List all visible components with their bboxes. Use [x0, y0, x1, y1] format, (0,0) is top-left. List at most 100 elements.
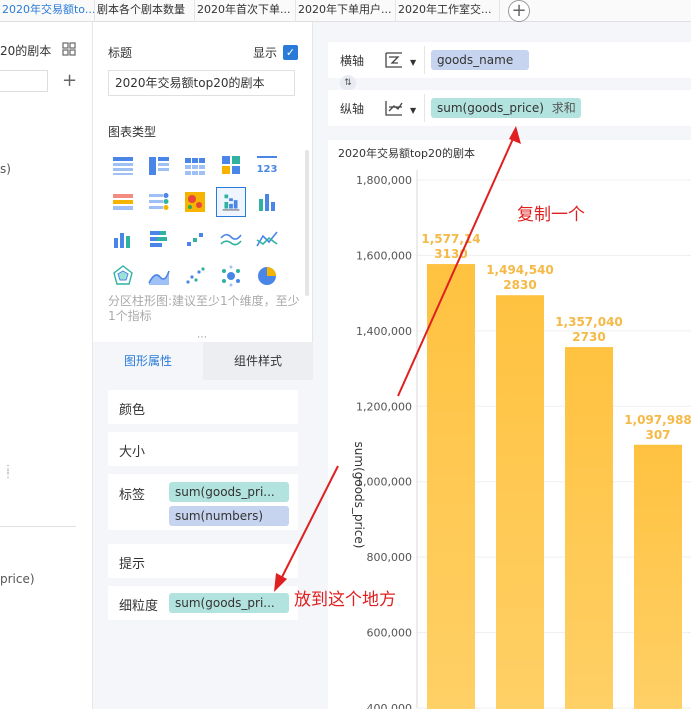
area-chart-icon[interactable]: [146, 263, 172, 289]
tooltip-label: 提示: [119, 557, 146, 572]
bar-count-label: 2730: [572, 330, 605, 344]
tab-trade-top20[interactable]: 2020年交易额to...: [0, 0, 95, 22]
tab-order-users[interactable]: 2020年下单用户...: [296, 0, 396, 22]
multi-line-icon[interactable]: [254, 226, 280, 252]
waterfall-icon[interactable]: [182, 226, 208, 252]
color-label: 颜色: [119, 403, 146, 418]
x-axis-row: 横轴 ▼ goods_name: [328, 42, 691, 78]
y-axis-label: 纵轴: [340, 102, 365, 116]
property-tabs: 图形属性 组件样式: [93, 342, 313, 380]
tab-script-count[interactable]: 剧本各个剧本数量: [95, 0, 195, 22]
heatmap-icon[interactable]: [182, 189, 208, 215]
bar: [565, 347, 613, 709]
shape-properties-area: 颜色 大小 标签 sum(goods_pri... sum(numbers) 提…: [93, 380, 313, 709]
kpi-number-icon[interactable]: 123: [254, 152, 280, 178]
chart-type-hint: 分区柱形图:建议至少1个维度，至少1个指标: [108, 294, 300, 323]
y-axis-type-icon[interactable]: [382, 98, 408, 118]
bar-chart: 1,800,0001,600,0001,400,0001,200,0001,00…: [352, 170, 691, 709]
dataset-panel: 20的剧本 + s) price): [0, 22, 93, 709]
color-block-icon[interactable]: [218, 152, 244, 178]
bar-count-label: 307: [645, 428, 670, 442]
bar-value-label: 1,577,14: [421, 232, 480, 246]
pie-chart-icon[interactable]: [254, 263, 280, 289]
tooltip-property[interactable]: 提示: [108, 544, 298, 578]
svg-text:123: 123: [257, 164, 278, 175]
add-tab-button[interactable]: +: [508, 0, 530, 22]
divider: [424, 46, 425, 74]
tab-shape-properties[interactable]: 图形属性: [93, 342, 203, 380]
y-tick-label: 1,800,000: [356, 174, 412, 187]
grouped-bar-icon[interactable]: [216, 187, 246, 217]
title-label: 标题: [108, 46, 133, 60]
bar-value-label: 1,494,540: [486, 263, 554, 277]
x-axis-label: 横轴: [340, 54, 365, 68]
label-field-goods-price[interactable]: sum(goods_pri...: [169, 482, 289, 502]
bar: [427, 264, 475, 709]
y-tick-label: 1,600,000: [356, 249, 412, 262]
granularity-label: 细粒度: [119, 599, 159, 614]
y-axis-field-name: sum(goods_price): [437, 101, 544, 115]
y-axis-aggregation: 求和: [551, 101, 576, 115]
label-label: 标签: [119, 488, 146, 503]
column-chart-icon[interactable]: [110, 226, 136, 252]
stacked-bar-icon[interactable]: [146, 226, 172, 252]
show-label: 显示: [253, 46, 278, 60]
bar-count-label: 3130: [434, 247, 467, 261]
field-fragment: s): [0, 162, 11, 176]
checkbox-checked-icon[interactable]: ✓: [283, 45, 299, 60]
granularity-field-goods-price[interactable]: sum(goods_pri...: [169, 593, 289, 613]
table-icon[interactable]: [110, 152, 136, 178]
radar-chart-icon[interactable]: [110, 263, 136, 289]
chart-card: 2020年交易额top20的剧本 1,800,000 1,600,000 1,400…: [328, 140, 691, 709]
tab-first-order[interactable]: 2020年首次下单...: [195, 0, 296, 22]
granularity-property[interactable]: 细粒度 sum(goods_pri...: [108, 586, 298, 620]
chart-config-panel: 标题 显示 ✓ 2020年交易额top20的剧本 图表类型 123 分区柱形图:…: [93, 22, 313, 709]
add-icon[interactable]: +: [62, 70, 77, 91]
chevron-down-icon[interactable]: ▼: [410, 106, 416, 115]
swap-axes-icon[interactable]: ⇅: [340, 75, 356, 91]
label-property[interactable]: 标签 sum(goods_pri... sum(numbers): [108, 474, 298, 530]
divider: [424, 94, 425, 122]
y-axis-field-goods-price[interactable]: sum(goods_price) 求和: [431, 98, 581, 118]
bar-chart-icon[interactable]: [254, 189, 280, 215]
bar-count-label: 2830: [503, 278, 536, 292]
y-tick-label: 600,000: [367, 627, 413, 640]
x-axis-field-goods-name[interactable]: goods_name: [431, 50, 529, 70]
color-property[interactable]: 颜色: [108, 390, 298, 424]
tab-studio-trade[interactable]: 2020年工作室交...: [396, 0, 500, 22]
tab-bar: 2020年交易额to... 剧本各个剧本数量 2020年首次下单... 2020…: [0, 0, 691, 22]
kpi-table-icon[interactable]: [146, 189, 172, 215]
annotation-place-text: 放到这个地方: [294, 590, 396, 610]
show-title-toggle[interactable]: 显示 ✓: [253, 44, 299, 61]
bubble-chart-icon[interactable]: [218, 263, 244, 289]
annotation-copy-text: 复制一个: [517, 205, 585, 225]
chart-type-label: 图表类型: [108, 125, 157, 139]
y-tick-label: 800,000: [367, 551, 413, 564]
bar-value-label: 1,097,988: [624, 413, 691, 427]
chart-type-scrollbar[interactable]: [305, 150, 309, 296]
x-axis-type-icon[interactable]: [382, 50, 408, 70]
y-tick-label: 1,200,000: [356, 400, 412, 413]
y-tick-label: 1,400,000: [356, 325, 412, 338]
y-tick-label: 400,000: [367, 702, 413, 709]
dataset-search-input[interactable]: [0, 70, 48, 92]
chevron-down-icon[interactable]: ▼: [410, 58, 416, 67]
scatter-icon[interactable]: [182, 263, 208, 289]
heat-table-icon[interactable]: [110, 189, 136, 215]
layout-icon[interactable]: [62, 42, 76, 56]
chart-title-input[interactable]: 2020年交易额top20的剧本: [108, 70, 295, 96]
size-label: 大小: [119, 445, 146, 460]
dataset-title: 20的剧本: [0, 44, 52, 58]
label-field-numbers[interactable]: sum(numbers): [169, 506, 289, 526]
detail-table-icon[interactable]: [182, 152, 208, 178]
size-property[interactable]: 大小: [108, 432, 298, 466]
field-fragment-price[interactable]: price): [0, 572, 35, 586]
divider: [0, 526, 76, 527]
line-chart-icon[interactable]: [218, 226, 244, 252]
bar-value-label: 1,357,040: [555, 315, 623, 329]
y-axis-row: 纵轴 ▼ sum(goods_price) 求和: [328, 90, 691, 126]
cross-table-icon[interactable]: [146, 152, 172, 178]
y-axis-title: sum(goods_price): [352, 442, 366, 549]
tab-component-style[interactable]: 组件样式: [203, 342, 313, 380]
drag-handle-icon[interactable]: ⋮ ⋮: [3, 465, 13, 480]
